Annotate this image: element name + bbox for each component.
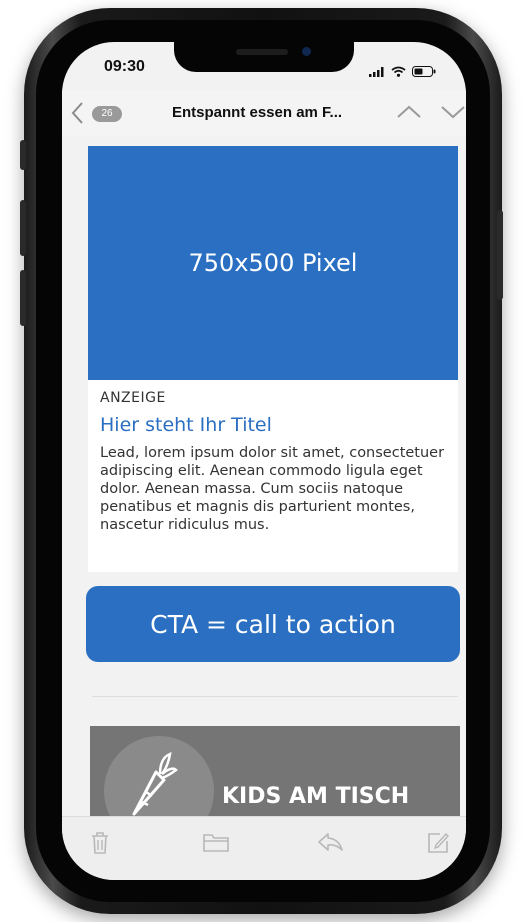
mail-toolbar	[62, 816, 466, 880]
compose-icon[interactable]	[426, 831, 450, 859]
cta-button[interactable]: CTA = call to action	[86, 586, 460, 662]
ad-title[interactable]: Hier steht Ihr Titel	[100, 414, 272, 436]
promo-banner[interactable]: KIDS AM TISCH	[90, 726, 460, 826]
ad-image-label: 750x500 Pixel	[188, 249, 358, 277]
status-bar: 09:30	[62, 42, 466, 90]
mail-subject-title: Entspannt essen am F...	[172, 104, 343, 121]
trash-icon[interactable]	[90, 831, 110, 859]
unread-count-badge[interactable]: 26	[92, 106, 122, 122]
wifi-icon	[391, 62, 406, 81]
next-mail-icon[interactable]	[440, 104, 466, 124]
power-button	[497, 210, 503, 300]
folder-icon[interactable]	[202, 831, 230, 857]
divider	[92, 696, 458, 697]
ad-image-placeholder[interactable]: 750x500 Pixel	[88, 146, 458, 380]
status-icons	[369, 62, 436, 81]
ad-badge: ANZEIGE	[100, 390, 166, 406]
battery-icon	[412, 62, 436, 81]
previous-mail-icon[interactable]	[396, 104, 422, 124]
carrot-icon	[126, 752, 178, 826]
promo-headline: KIDS AM TISCH	[222, 784, 410, 809]
mute-switch	[20, 140, 26, 170]
mail-nav-bar: 26 Entspannt essen am F...	[62, 90, 466, 136]
email-body: 750x500 Pixel ANZEIGE Hier steht Ihr Tit…	[62, 136, 466, 826]
volume-up-button	[20, 200, 26, 256]
phone-screen: 09:30 26 Entspannt essen am F... 750x500…	[62, 42, 466, 880]
back-chevron-icon[interactable]	[70, 100, 86, 130]
ad-card[interactable]: 750x500 Pixel ANZEIGE Hier steht Ihr Tit…	[88, 146, 458, 572]
volume-down-button	[20, 270, 26, 326]
signal-icon	[369, 62, 385, 81]
status-time: 09:30	[104, 58, 145, 75]
ad-lead-text: Lead, lorem ipsum dolor sit amet, consec…	[100, 445, 445, 533]
reply-icon[interactable]	[316, 831, 344, 857]
